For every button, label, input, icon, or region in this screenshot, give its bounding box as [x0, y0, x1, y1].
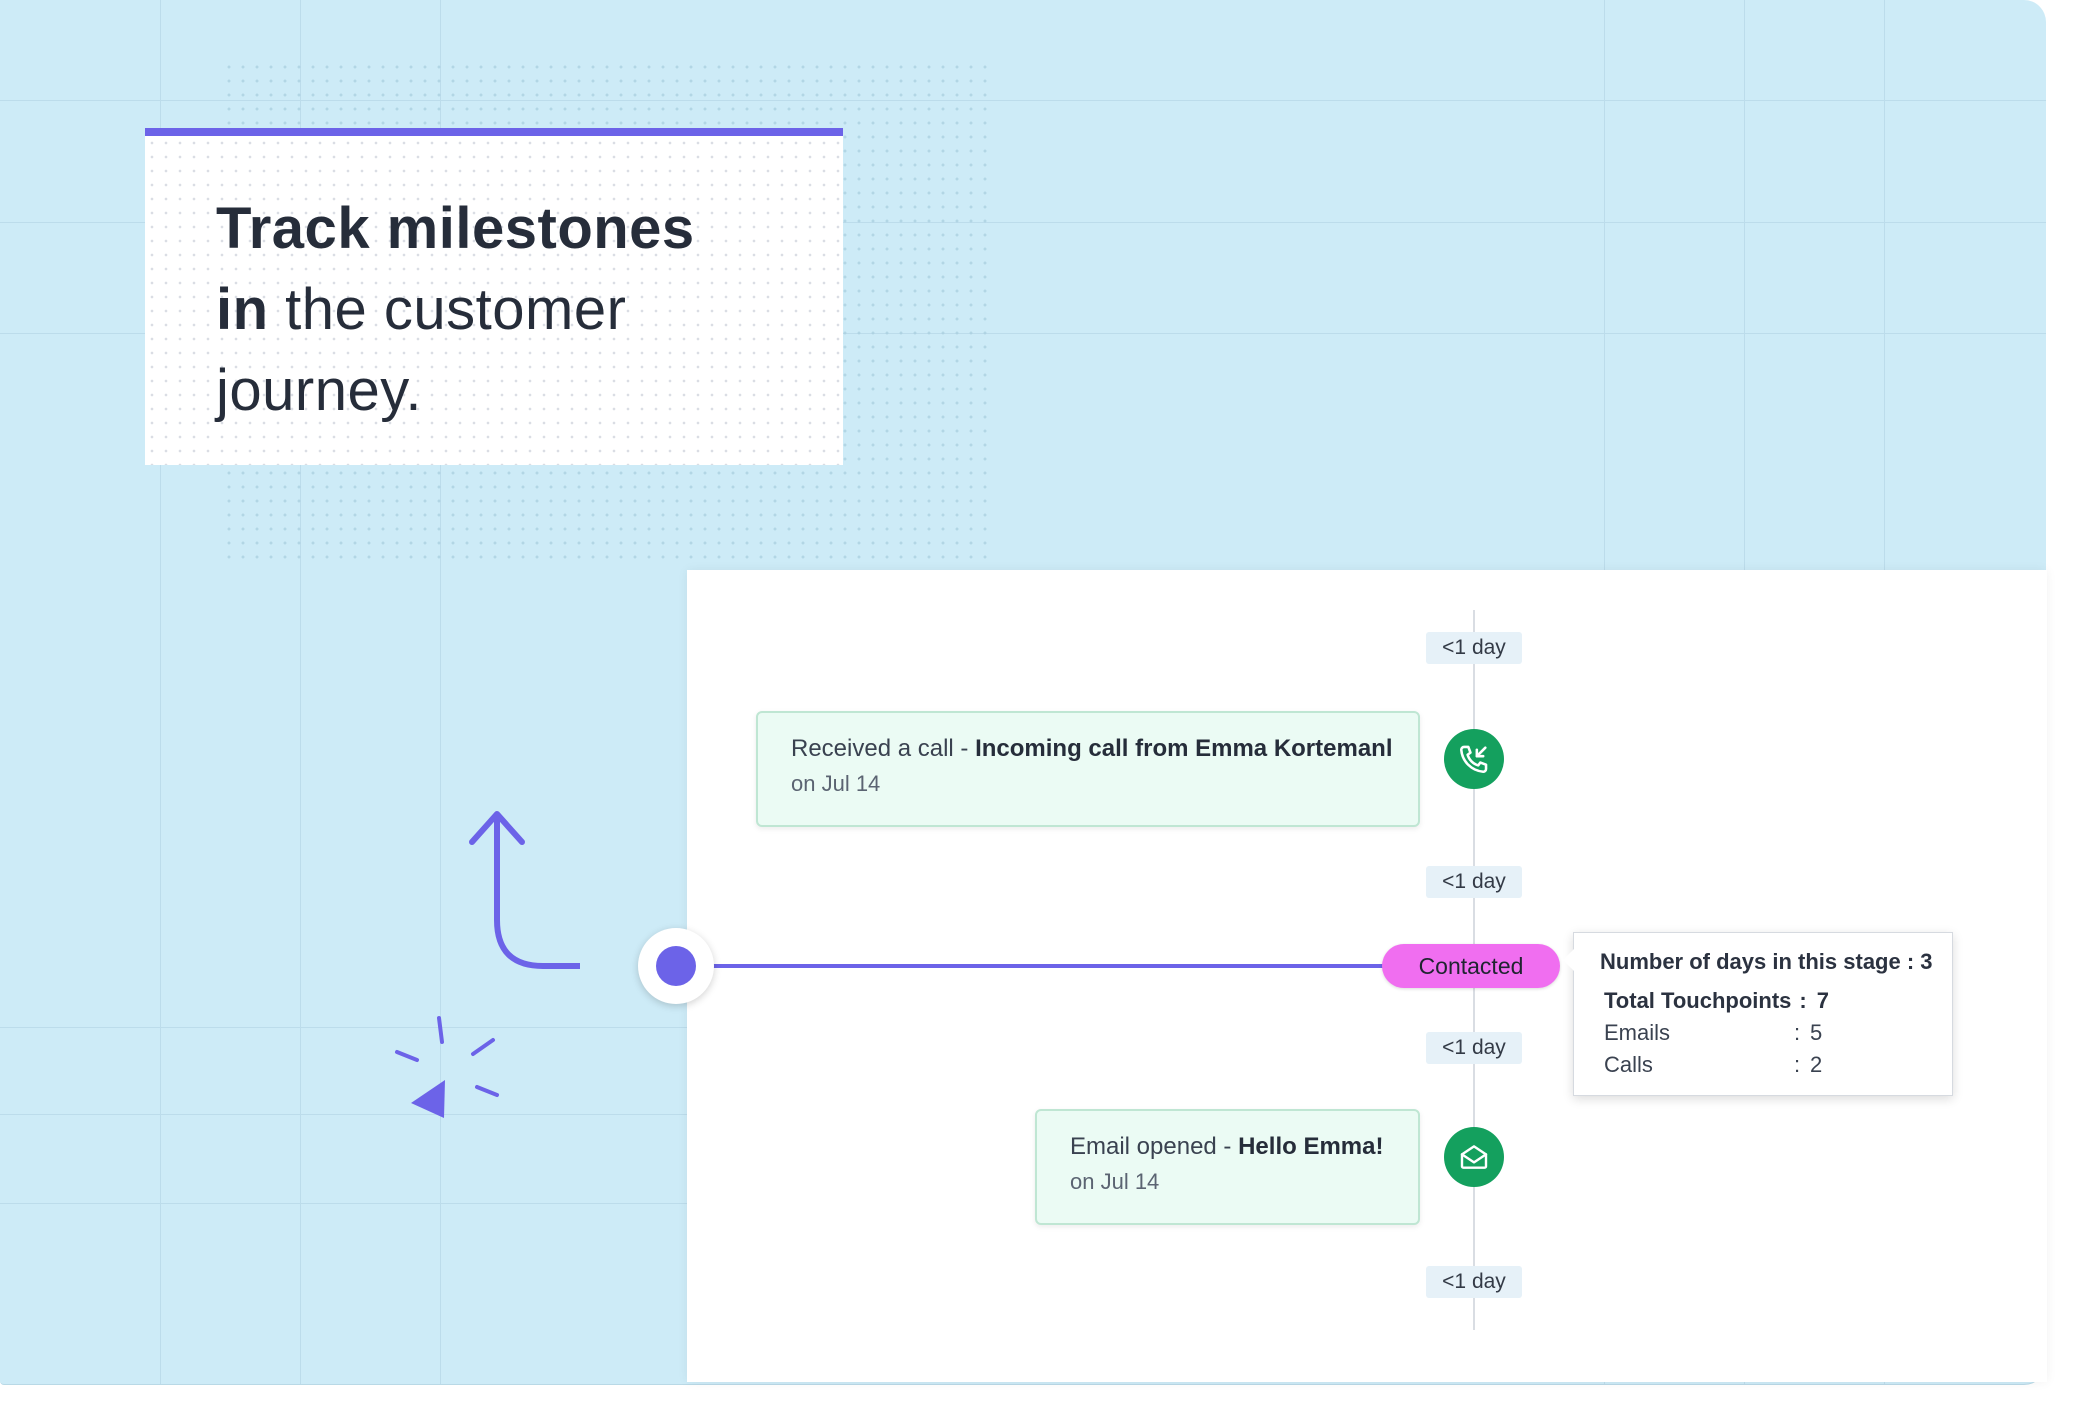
journey-node[interactable] [638, 928, 714, 1004]
stage-badge-contacted[interactable]: Contacted [1382, 944, 1560, 988]
calls-row: Calls : 2 [1600, 1049, 1952, 1081]
total-touchpoints-label: Total Touchpoints [1604, 988, 1792, 1013]
event-title: Email opened - Hello Emma! [1070, 1133, 1385, 1161]
emails-row: Emails : 5 [1600, 1017, 1952, 1049]
emails-value: 5 [1810, 1020, 1823, 1045]
up-arrow-icon [469, 811, 580, 969]
separator: : [1799, 988, 1807, 1013]
event-date: on Jul 14 [1070, 1169, 1160, 1194]
event-card-call[interactable]: Received a call - Incoming call from Emm… [756, 711, 1420, 827]
days-in-stage: Number of days in this stage : 3 [1600, 949, 1933, 974]
emails-label: Emails [1604, 1020, 1671, 1045]
headline-card: Track milestones in the customer journey… [145, 128, 843, 465]
event-type: Received a call - [791, 735, 976, 762]
headline-line-2: the customer [268, 277, 627, 342]
cursor-click-icon [395, 1016, 499, 1118]
stage-stats-tooltip: Number of days in this stage : 3 Total T… [1563, 932, 1953, 1096]
event-card-email[interactable]: Email opened - Hello Emma! on Jul 14 [1035, 1109, 1420, 1225]
journey-node-dot [656, 946, 696, 986]
incoming-call-icon [1444, 729, 1504, 789]
event-title: Received a call - Incoming call from Emm… [791, 735, 1393, 763]
separator: : [1794, 1020, 1801, 1045]
headline-line-1: Track milestones [216, 196, 695, 261]
email-opened-icon [1444, 1127, 1504, 1187]
event-date: on Jul 14 [791, 771, 881, 796]
event-type: Email opened - [1070, 1133, 1239, 1160]
calls-label: Calls [1604, 1052, 1653, 1077]
time-gap-label: <1 day [1426, 1032, 1522, 1064]
headline: Track milestones in the customer journey… [216, 188, 695, 431]
event-subject: Hello Emma! [1238, 1133, 1384, 1160]
time-gap-label: <1 day [1426, 866, 1522, 898]
headline-line-2-bold: in [216, 277, 269, 342]
time-gap-label: <1 day [1426, 632, 1522, 664]
stage-connector-line [700, 964, 1390, 968]
event-subject: Incoming call from Emma Kortemanl [975, 735, 1393, 762]
separator: : [1794, 1052, 1801, 1077]
time-gap-label: <1 day [1426, 1266, 1522, 1298]
total-touchpoints-value: 7 [1816, 988, 1829, 1013]
headline-line-3: journey. [216, 358, 423, 423]
calls-value: 2 [1810, 1052, 1823, 1077]
total-touchpoints-row: Total Touchpoints : 7 [1600, 985, 1952, 1017]
